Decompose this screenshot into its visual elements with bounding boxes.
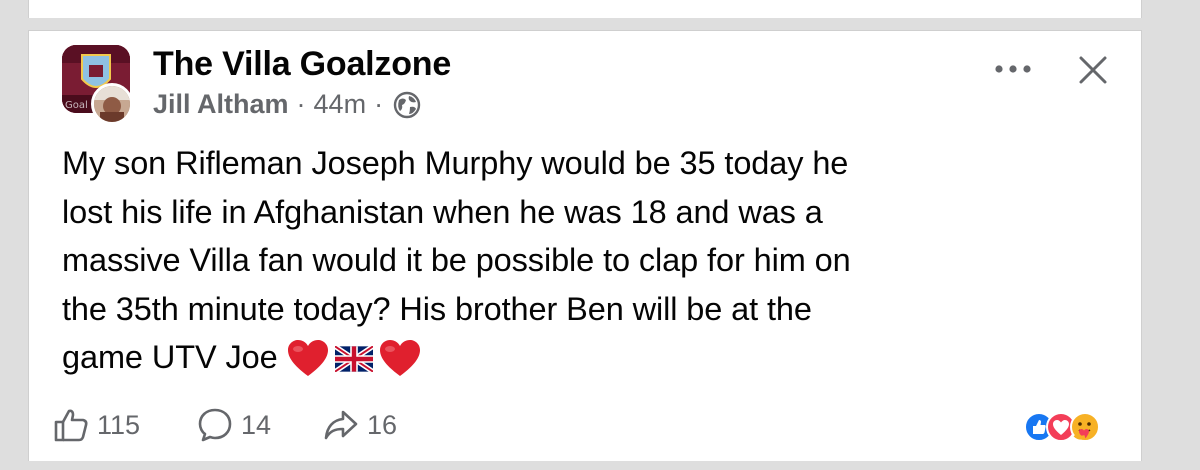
previous-post-edge: [28, 0, 1142, 18]
union-jack-flag-emoji: [334, 346, 373, 373]
like-button[interactable]: 115: [53, 407, 140, 443]
meta-separator: ·: [374, 89, 384, 119]
post-body-line: game UTV Joe: [62, 339, 278, 375]
comment-button[interactable]: 14: [197, 407, 271, 443]
red-heart-emoji: [287, 340, 328, 377]
post-body: My son Rifleman Joseph Murphy would be 3…: [62, 139, 1102, 382]
comment-icon: [198, 408, 232, 442]
post-timestamp[interactable]: 44m: [314, 89, 367, 120]
post-emojis: [287, 340, 421, 378]
care-reaction-icon: [1070, 412, 1100, 442]
more-horizontal-icon: [995, 65, 1031, 73]
share-count: 16: [367, 409, 398, 440]
group-name-link[interactable]: The Villa Goalzone: [153, 45, 451, 84]
author-avatar[interactable]: [91, 83, 133, 125]
share-button[interactable]: 16: [323, 407, 397, 443]
post-card: Goal The Villa Goalzone Jill Altham · 44…: [28, 30, 1142, 461]
close-button[interactable]: [1072, 49, 1114, 91]
red-heart-emoji: [379, 340, 420, 377]
post-meta: Jill Altham · 44m ·: [153, 89, 421, 120]
reaction-summary[interactable]: [1023, 409, 1123, 445]
author-name-link[interactable]: Jill Altham: [153, 89, 289, 120]
share-arrow-icon: [324, 410, 358, 440]
close-icon: [1079, 56, 1107, 84]
meta-separator: ·: [296, 89, 306, 119]
post-footer: 115 14 16: [29, 401, 1141, 453]
like-count: 115: [97, 409, 141, 440]
post-body-line: lost his life in Afghanistan when he was…: [62, 193, 823, 230]
comment-count: 14: [241, 409, 272, 440]
post-body-line: My son Rifleman Joseph Murphy would be 3…: [62, 145, 849, 181]
thumbs-up-icon: [54, 409, 88, 442]
avatar-logo-text: Goal: [65, 100, 88, 111]
post-body-line: the 35th minute today? His brother Ben w…: [62, 290, 812, 327]
author-avatar-image: [94, 86, 130, 122]
more-options-button[interactable]: [989, 51, 1037, 87]
post-body-line: massive Villa fan would it be possible t…: [62, 242, 851, 278]
globe-icon[interactable]: [393, 91, 421, 119]
